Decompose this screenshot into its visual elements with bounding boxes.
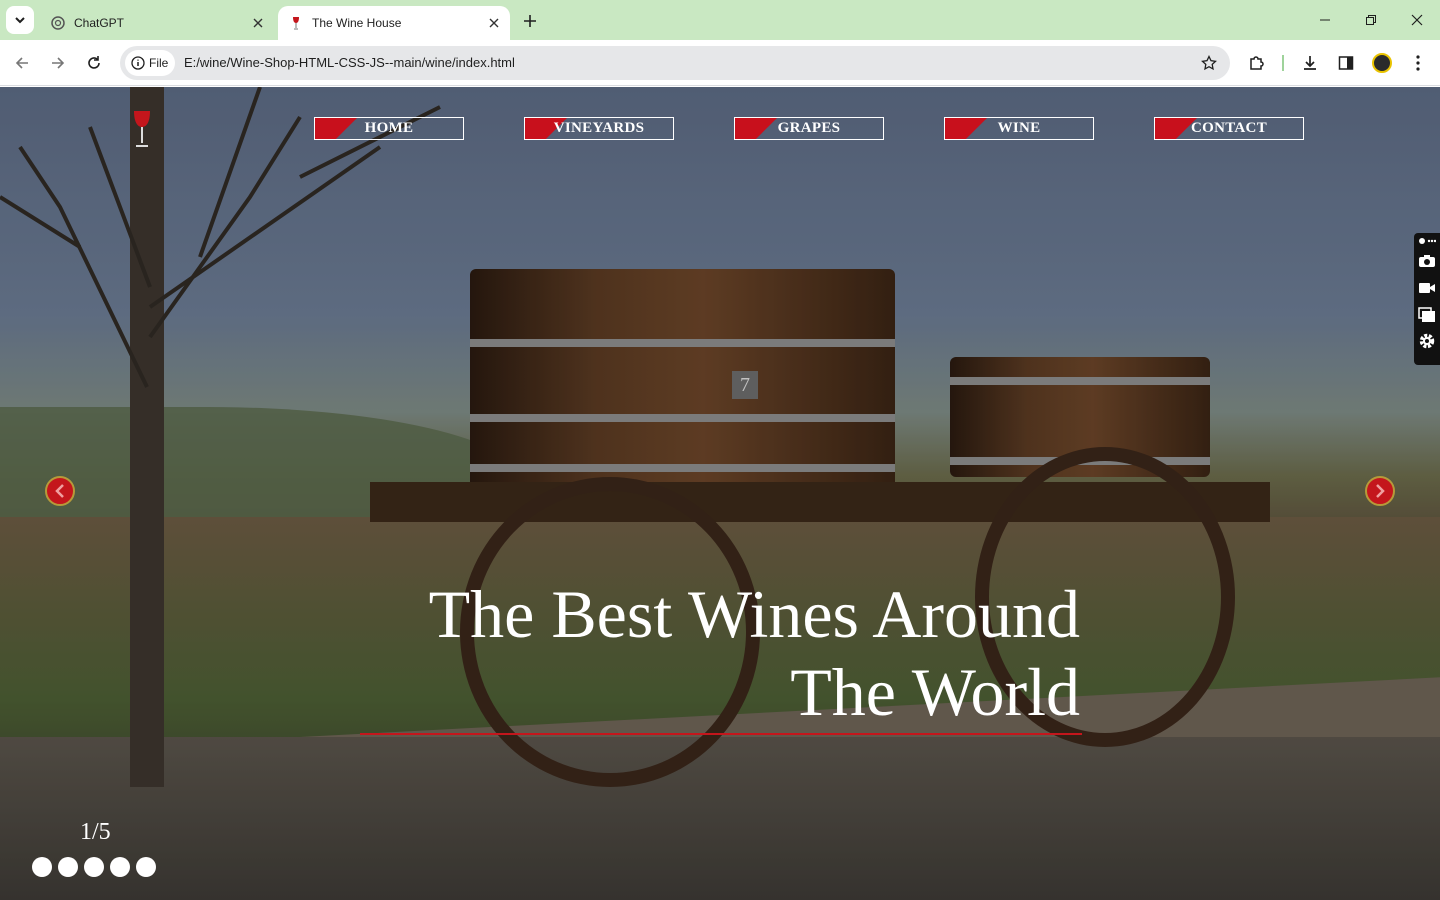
back-button[interactable] [8,49,36,77]
puzzle-icon [1250,56,1264,70]
tab-search-button[interactable] [6,6,34,34]
arrow-right-icon [52,57,65,69]
slide-dot-1[interactable] [32,857,52,877]
menu-button[interactable] [1404,49,1432,77]
wine-glass-favicon-icon [288,15,304,31]
tab-wine-house[interactable]: The Wine House [278,6,510,40]
star-icon [1201,55,1217,71]
hero-underline [360,733,1082,735]
side-panel-button[interactable] [1332,49,1360,77]
nav-wine[interactable]: WINE [944,117,1094,140]
new-tab-button[interactable] [518,9,542,33]
tab-title: The Wine House [312,16,402,30]
minimize-button[interactable] [1302,0,1348,40]
side-panel-icon [1338,56,1354,70]
chevron-right-icon [1376,484,1385,498]
hero-heading: The Best Wines Around The World [360,575,1080,731]
chatgpt-favicon-icon [50,15,66,31]
tab-strip: ChatGPT The Wine House [0,0,1440,40]
slide-dot-3[interactable] [84,857,104,877]
slide-dot-5[interactable] [136,857,156,877]
wine-glass-logo-icon[interactable] [132,109,152,149]
close-tab-icon[interactable] [484,13,504,33]
extensions-button[interactable] [1243,49,1271,77]
reload-icon [88,56,100,69]
nav-label: VINEYARDS [553,120,645,136]
chevron-left-icon [55,484,64,498]
copy-icon[interactable] [1417,305,1437,325]
more-vert-icon [1416,55,1420,71]
tab-chatgpt[interactable]: ChatGPT [40,6,274,40]
close-tab-icon[interactable] [248,13,268,33]
nav-home[interactable]: HOME [314,117,464,140]
site-info-chip[interactable]: File [125,50,175,76]
nav-label: GRAPES [777,120,841,136]
download-icon [1304,56,1316,70]
prev-slide-button[interactable] [45,476,75,506]
capture-extension-toolbar [1414,233,1440,365]
nav-grapes[interactable]: GRAPES [734,117,884,140]
minimize-icon [1320,19,1330,21]
hero-slider: 7 HOME VINEYARDS GRAPES WINE CONTACT The… [0,87,1440,900]
next-slide-button[interactable] [1365,476,1395,506]
nav-label: WINE [997,120,1041,136]
browser-toolbar: File E:/wine/Wine-Shop-HTML-CSS-JS--main… [0,40,1440,86]
profile-avatar[interactable] [1372,53,1392,73]
slide-counter: 1/5 [80,819,111,845]
camera-icon[interactable] [1417,251,1437,271]
address-bar[interactable]: File E:/wine/Wine-Shop-HTML-CSS-JS--main… [120,46,1230,80]
gear-icon[interactable] [1417,331,1437,351]
slide-dot-4[interactable] [110,857,130,877]
nav-label: CONTACT [1191,120,1267,136]
url-text[interactable]: E:/wine/Wine-Shop-HTML-CSS-JS--main/wine… [184,46,515,80]
hero-line-2: The World [790,654,1080,730]
restore-button[interactable] [1348,0,1394,40]
chevron-down-icon [15,17,25,24]
reload-button[interactable] [80,49,108,77]
info-icon [131,56,145,70]
forward-button[interactable] [44,49,72,77]
pin-icon[interactable] [1417,235,1437,247]
nav-contact[interactable]: CONTACT [1154,117,1304,140]
toolbar-separator [1282,55,1284,71]
restore-icon [1366,15,1376,25]
nav-label: HOME [364,120,414,136]
nav-vineyards[interactable]: VINEYARDS [524,117,674,140]
hero-line-1: The Best Wines Around [428,576,1080,652]
arrow-left-icon [15,57,28,69]
slide-dot-2[interactable] [58,857,78,877]
file-chip-label: File [149,56,169,70]
plus-icon [524,15,536,27]
slide-dots [32,857,156,877]
close-icon [1411,14,1423,26]
close-window-button[interactable] [1394,0,1440,40]
image-overlay [0,87,1440,900]
tab-title: ChatGPT [74,16,125,30]
video-icon[interactable] [1417,278,1437,298]
bookmark-star-button[interactable] [1198,52,1220,74]
downloads-button[interactable] [1296,49,1324,77]
